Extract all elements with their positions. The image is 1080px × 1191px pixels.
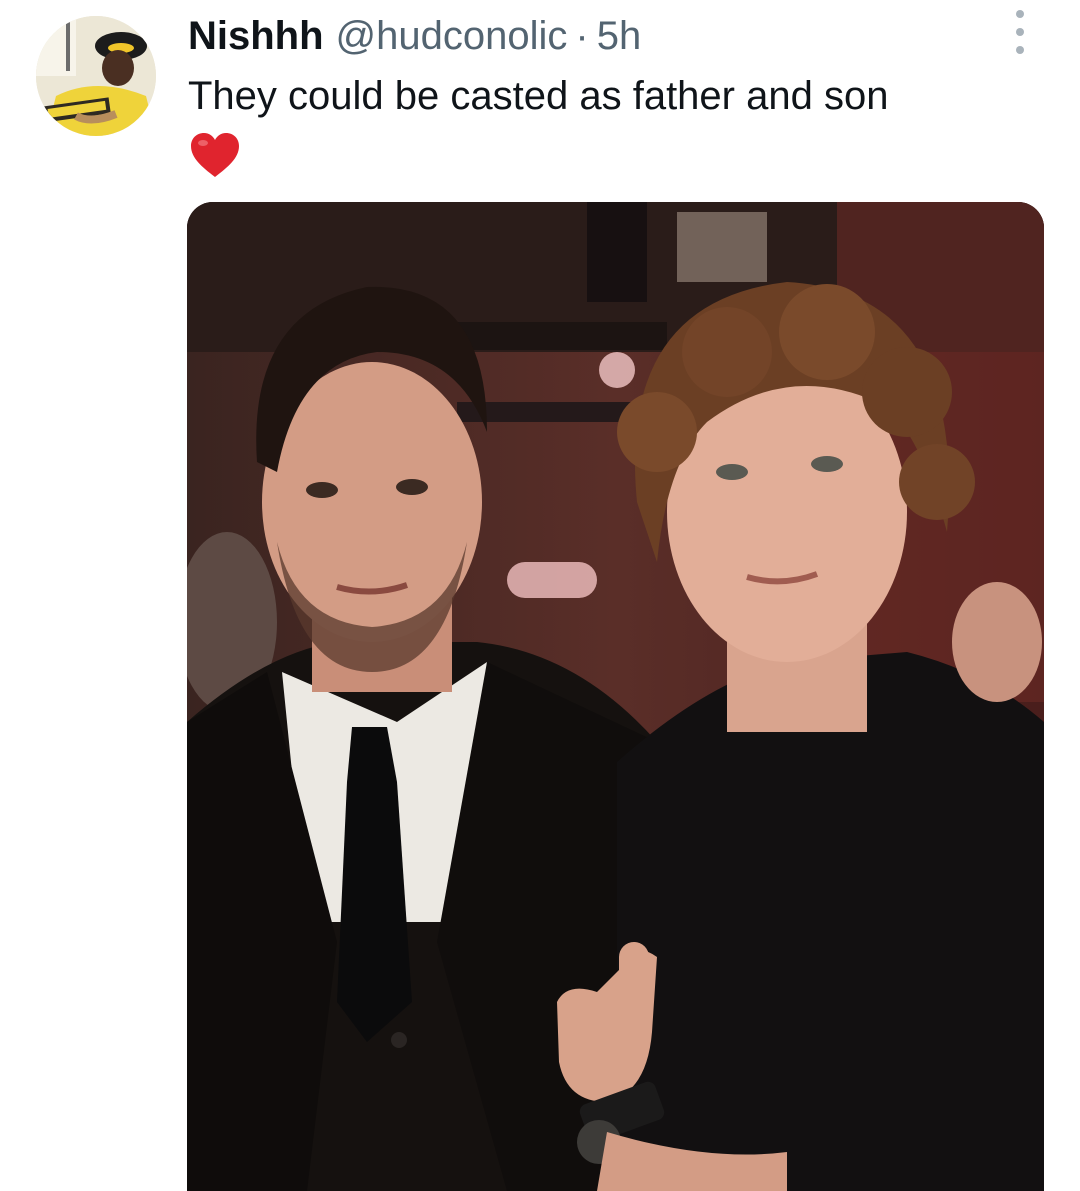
- more-dot: [1016, 28, 1024, 36]
- timestamp[interactable]: 5h: [597, 14, 642, 59]
- more-vertical-icon[interactable]: [1006, 10, 1034, 54]
- tweet-header: Nishhh @hudconolic · 5h: [188, 12, 641, 60]
- tweet-photo[interactable]: [187, 202, 1044, 1191]
- tweet-text: They could be casted as father and son: [188, 74, 889, 118]
- separator-dot: ·: [575, 13, 589, 58]
- user-handle[interactable]: @hudconolic: [336, 14, 568, 59]
- more-dot: [1016, 10, 1024, 18]
- tweet[interactable]: Nishhh @hudconolic · 5h They could be ca…: [0, 0, 1080, 1191]
- avatar[interactable]: [36, 16, 156, 136]
- more-dot: [1016, 46, 1024, 54]
- heart-emoji: [188, 130, 242, 180]
- display-name[interactable]: Nishhh: [188, 14, 324, 59]
